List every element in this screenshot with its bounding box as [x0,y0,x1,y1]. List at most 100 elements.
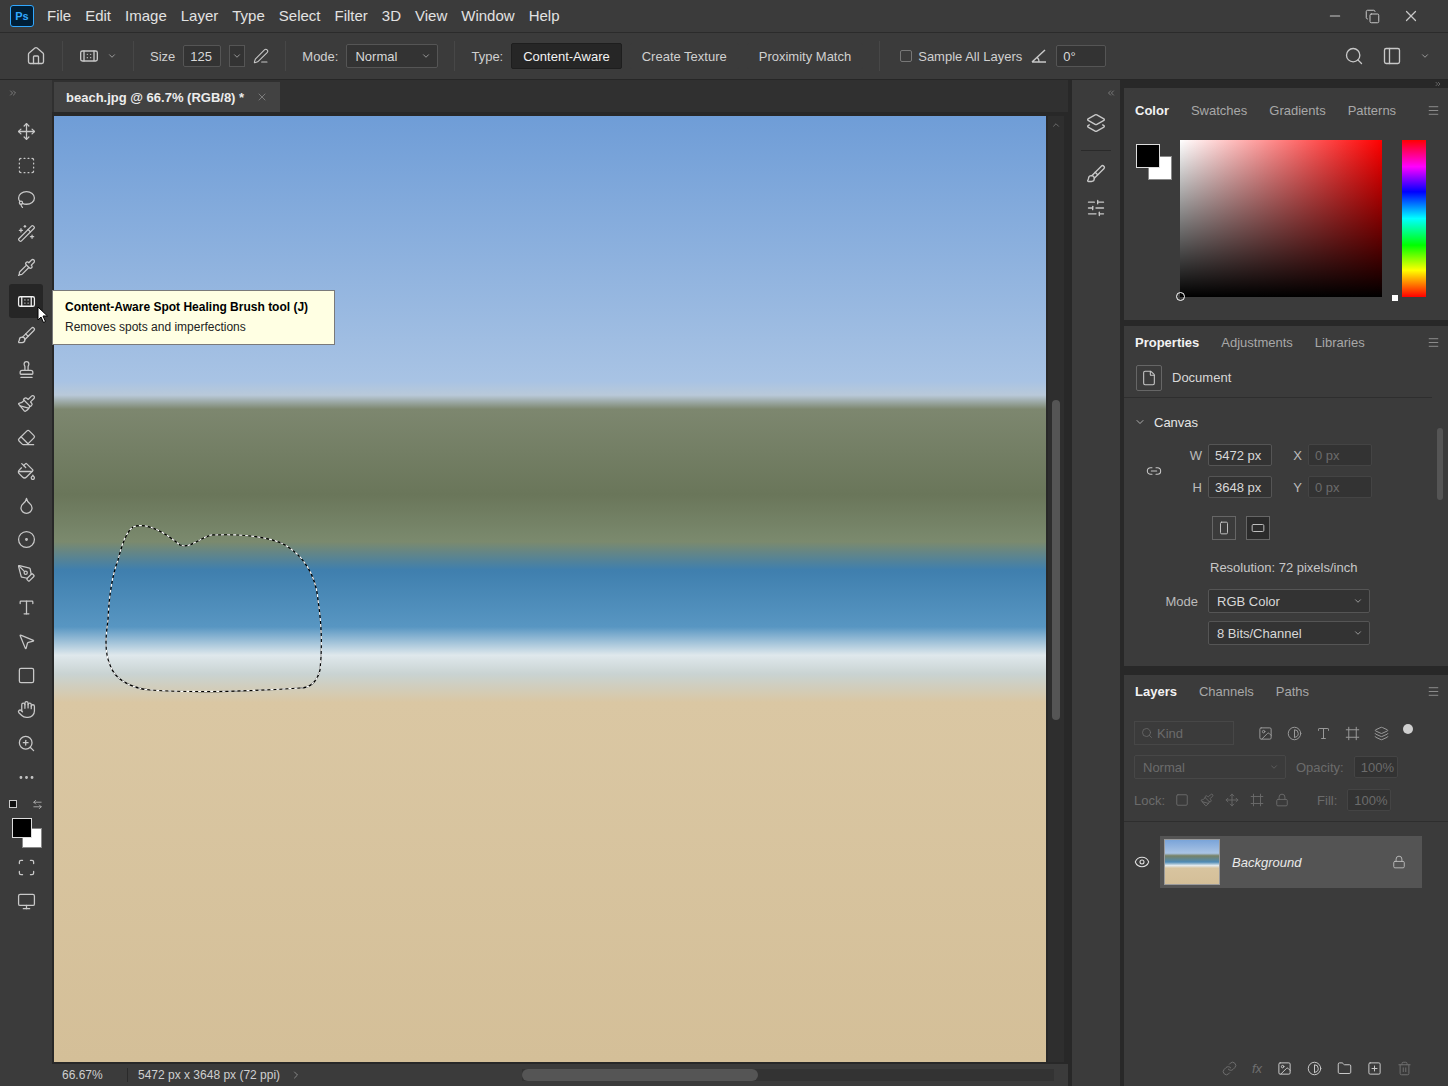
collapse-icon[interactable] [1434,80,1442,88]
bit-depth-select[interactable]: 8 Bits/Channel [1208,621,1370,645]
quick-mask-button[interactable] [9,850,43,884]
tool-button[interactable] [9,692,43,726]
type-icon[interactable] [17,598,36,617]
restore-icon[interactable] [1365,9,1380,24]
panel-menu-icon[interactable] [1427,336,1440,349]
panel-tab[interactable]: Channels [1188,680,1265,703]
height-field[interactable]: 3648 px [1208,476,1272,498]
opacity-field[interactable]: 100% [1354,756,1398,778]
menu-item[interactable]: Help [522,0,567,32]
paint-bucket-icon[interactable] [17,462,36,481]
tool-button[interactable] [9,420,43,454]
lasso-icon[interactable] [17,190,36,209]
tool-button[interactable] [9,318,43,352]
more-icon[interactable] [17,768,36,787]
scroll-thumb[interactable] [1052,400,1060,720]
panel-tab[interactable]: Libraries [1304,331,1376,354]
hue-marker[interactable] [1392,295,1398,301]
menu-item[interactable]: Image [118,0,174,32]
filter-toggle[interactable] [1403,724,1413,734]
expand-chevron-icon[interactable] [1134,416,1146,428]
expand-icon[interactable] [8,88,18,98]
adjustments-button[interactable] [1078,191,1114,225]
tool-button[interactable] [9,658,43,692]
y-field[interactable]: 0 px [1308,476,1372,498]
panel-tab[interactable]: Gradients [1258,99,1336,122]
lock-artboard-icon[interactable] [1250,793,1264,807]
layer-filter-field[interactable]: Kind [1134,721,1234,745]
color-swatches[interactable] [9,814,43,850]
brush-settings-button[interactable] [1078,157,1114,191]
vertical-scrollbar[interactable] [1048,116,1064,1062]
tool-button[interactable] [9,726,43,760]
tool-button[interactable] [9,250,43,284]
visibility-eye-icon[interactable] [1134,854,1150,870]
menu-item[interactable]: File [40,0,78,32]
angle-field[interactable]: 0° [1056,45,1106,67]
tool-button[interactable] [9,556,43,590]
rectangle-icon[interactable] [17,666,36,685]
shape-filter-icon[interactable] [1345,726,1360,741]
new-group-icon[interactable] [1337,1061,1352,1076]
foreground-color[interactable] [12,818,32,838]
tool-button[interactable] [9,352,43,386]
tool-button[interactable] [9,522,43,556]
menu-item[interactable]: Filter [328,0,375,32]
menu-item[interactable]: Edit [78,0,118,32]
chevron-down-icon[interactable] [1420,51,1430,61]
collapse-icon[interactable] [1106,88,1116,98]
pen-icon[interactable] [17,564,36,583]
lock-position-icon[interactable] [1225,793,1239,807]
add-mask-icon[interactable] [1277,1061,1292,1076]
panel-tab[interactable]: Patterns [1337,99,1407,122]
path-select-icon[interactable] [17,632,36,651]
landscape-button[interactable] [1246,516,1270,540]
panel-tab[interactable]: Adjustments [1210,331,1304,354]
history-icon[interactable] [1086,113,1106,133]
default-colors-icon[interactable] [9,800,17,808]
lock-all-icon[interactable] [1275,793,1289,807]
landscape-icon[interactable] [1251,521,1265,535]
panel-tab[interactable]: Layers [1124,680,1188,703]
stamp-icon[interactable] [17,360,36,379]
menu-item[interactable]: Layer [174,0,226,32]
tool-button[interactable] [9,148,43,182]
size-dropdown[interactable] [229,45,245,67]
x-field[interactable]: 0 px [1308,444,1372,466]
chevron-down-icon[interactable] [232,51,242,61]
smart-object-filter-icon[interactable] [1374,726,1389,741]
scroll-thumb[interactable] [522,1069,758,1081]
tool-button[interactable] [9,624,43,658]
move-icon[interactable] [17,122,36,141]
healing-brush-icon[interactable] [17,292,36,311]
tool-button[interactable] [9,114,43,148]
layer-row[interactable]: Background [1124,836,1448,888]
menu-item[interactable]: Type [225,0,272,32]
blur-icon[interactable] [17,496,36,515]
panel-tab[interactable]: Paths [1265,680,1320,703]
tool-preset-icon[interactable] [79,46,99,66]
eraser-icon[interactable] [17,428,36,447]
brush-icon[interactable] [17,326,36,345]
width-field[interactable]: 5472 px [1208,444,1272,466]
pixel-filter-icon[interactable] [1258,726,1273,741]
delete-layer-icon[interactable] [1397,1061,1412,1076]
tool-button[interactable] [9,182,43,216]
zoom-level[interactable]: 66.67% [52,1068,128,1082]
chevron-down-icon[interactable] [421,51,431,61]
minimize-icon[interactable] [1327,8,1343,24]
scroll-up-icon[interactable] [1051,120,1061,130]
new-adjustment-icon[interactable] [1307,1061,1322,1076]
workspace-icon[interactable] [1382,46,1402,66]
brush-settings-icon[interactable] [1086,164,1106,184]
panel-tab[interactable]: Swatches [1180,99,1258,122]
panel-tab[interactable]: Color [1124,99,1180,122]
close-icon[interactable] [1402,7,1420,25]
layer-lock-icon[interactable] [1392,855,1406,869]
close-tab-icon[interactable] [256,91,268,103]
type-filter-icon[interactable] [1316,726,1331,741]
color-field[interactable] [1180,140,1382,297]
properties-scrollbar[interactable] [1432,358,1448,666]
link-layers-icon[interactable] [1222,1061,1237,1076]
new-layer-icon[interactable] [1367,1061,1382,1076]
